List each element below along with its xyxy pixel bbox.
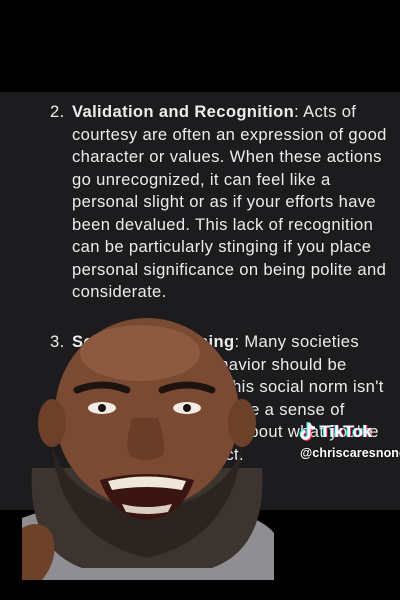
tiktok-brand-label: TikTok <box>320 422 373 441</box>
video-frame: 2. Validation and Recognition: Acts of c… <box>0 0 400 600</box>
list-item-validation: 2. Validation and Recognition: Acts of c… <box>50 101 392 304</box>
item-body: : Acts of courtesy are often an expressi… <box>72 102 387 301</box>
top-letterbox <box>0 0 400 92</box>
list-number: 2. <box>50 102 65 121</box>
tiktok-watermark: TikTok @chriscaresnone <box>296 420 400 464</box>
item-title: Validation and Recognition <box>72 102 295 121</box>
person-illustration <box>22 318 274 580</box>
creator-handle: @chriscaresnone <box>300 446 400 460</box>
tiktok-note-icon <box>299 422 316 441</box>
person-cutout <box>22 318 274 580</box>
